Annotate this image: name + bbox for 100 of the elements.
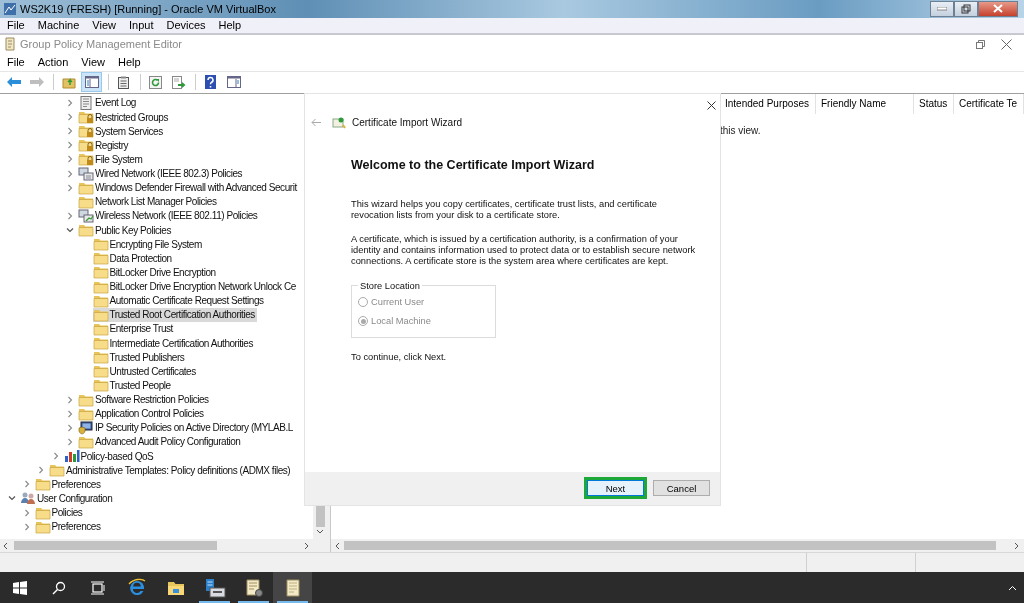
menu-item[interactable]: File [0,55,31,68]
app-title: Group Policy Management Editor [20,38,183,51]
tree-item[interactable]: Trusted Publishers [92,350,187,365]
scroll-right-icon [303,541,309,550]
menu-item[interactable]: View [74,55,111,68]
tree-item[interactable]: File System [78,152,145,167]
tree-item[interactable]: Windows Defender Firewall with Advanced Securit [78,180,299,195]
folder-icon [78,180,94,195]
locked-folder-icon [78,152,94,167]
windows-logo-icon [12,580,27,595]
folder-icon [92,279,109,294]
tree-item[interactable]: Policies [34,505,85,520]
tree-item[interactable]: Automatic Certificate Request Settings [92,293,266,308]
close-icon [707,100,716,110]
menu-item[interactable]: View [85,19,122,32]
panel-icon [84,76,99,89]
browser-e-icon [126,577,147,598]
folder-icon [92,307,109,322]
tree-item[interactable]: Administrative Templates: Policy definitions (ADMX files) [49,463,293,478]
tree-item[interactable]: Registry [78,138,131,153]
folder-icon [49,463,65,478]
menu-item[interactable]: Help [211,19,248,32]
locked-folder-icon [78,138,94,153]
column-header[interactable]: Friendly Name [816,93,914,114]
forward-arrow-icon [29,77,44,88]
menu-item[interactable]: Action [30,55,75,68]
log-book-icon [78,95,94,110]
tree-item[interactable]: Trusted People [92,378,173,393]
tree-item[interactable]: Intermediate Certification Authorities [92,336,256,351]
wizard-button[interactable]: Cancel [653,480,710,497]
menu-item[interactable]: Input [121,19,160,32]
folder-icon [78,406,94,421]
restore-button[interactable] [976,39,985,49]
scroll-icon [283,577,302,598]
description-text: A certificate, which is issued by a certification authority, is a confirmation of your identity and contains information used to protect data or to establish secure network connections. A certificate store is the system area where certificates are kept. [351,233,696,267]
menu-item[interactable]: File [0,19,31,32]
tree-item[interactable]: Restricted Groups [78,110,170,125]
back-arrow-icon [6,77,21,88]
tree-item[interactable]: IP Security Policies on Active Directory (MYLAB.L [78,420,295,435]
tree-item[interactable]: Application Control Policies [78,406,206,421]
tree-item[interactable]: Public Key Policies [78,223,173,238]
tree-item[interactable]: BitLocker Drive Encryption Network Unlock Ce [92,279,298,294]
toolbar-button[interactable] [81,72,102,93]
computer-shield-icon [78,420,94,435]
tree-item[interactable]: Wired Network (IEEE 802.3) Policies [78,166,245,181]
menu-item[interactable]: Help [110,55,147,68]
folder-icon [78,223,94,238]
scroll-left-icon [2,541,8,550]
folder-icon [92,251,109,266]
tree-item[interactable]: Software Restriction Policies [78,392,211,407]
locked-folder-icon [78,110,94,125]
close-icon [993,4,1003,14]
scrollbar-thumb[interactable] [315,505,325,528]
refresh-icon [149,75,162,89]
tree-item[interactable]: Preferences [34,519,103,534]
maximize-button[interactable] [954,1,978,17]
tree-item[interactable]: BitLocker Drive Encryption [92,265,218,280]
folder-icon [78,194,94,209]
scroll-left-icon [335,541,340,550]
tree-item[interactable]: Encrypting File System [92,237,204,252]
wireless-network-icon [78,208,94,223]
back-arrow-icon[interactable] [311,118,322,128]
close-button[interactable] [1001,38,1012,50]
horizontal-scrollbar[interactable] [331,539,1024,553]
menu-item[interactable]: Devices [159,19,212,32]
tree-item[interactable]: Network List Manager Policies [78,194,219,209]
empty-list-message: this view. [720,124,762,136]
locked-folder-icon [78,124,94,139]
panel-icon [226,76,241,89]
tree-item[interactable]: Trusted Root Certification Authorities [92,307,257,322]
minimize-button[interactable] [930,1,954,17]
horizontal-scrollbar[interactable] [0,539,327,553]
menu-item[interactable]: Machine [30,19,86,32]
chevron-right-icon [66,211,74,220]
tree-item[interactable]: System Services [78,124,165,139]
chevron-up-icon [1007,584,1017,591]
column-header[interactable]: Status [914,93,954,114]
scroll-gear-icon [243,577,264,598]
restore-icon [976,39,985,49]
tree-item[interactable]: Data Protection [92,251,174,266]
chevron-down-icon [8,494,16,503]
tree-item[interactable]: Untrusted Certificates [92,364,198,379]
chevron-down-icon [66,226,74,235]
wizard-button[interactable]: Next [587,480,644,497]
folder-icon [78,434,94,449]
task-view-icon [90,580,105,595]
tree-item[interactable]: Preferences [34,477,103,492]
close-button[interactable] [707,100,716,110]
column-header[interactable]: Certificate Te [954,93,1024,114]
virtualbox-icon [3,2,17,16]
tree-item[interactable]: Wireless Network (IEEE 802.11) Policies [78,208,260,223]
tree-item[interactable]: Policy-based QoS [63,449,156,464]
taskbar-button[interactable] [273,572,312,603]
tree-item[interactable]: Enterprise Trust [92,321,175,336]
tree-item[interactable]: Advanced Audit Policy Configuration [78,434,243,449]
tree-item[interactable]: User Configuration [20,491,115,506]
folder-icon [92,321,109,336]
folder-icon [92,336,109,351]
tree-item[interactable]: Event Log [78,95,138,110]
folder-icon [92,265,109,280]
